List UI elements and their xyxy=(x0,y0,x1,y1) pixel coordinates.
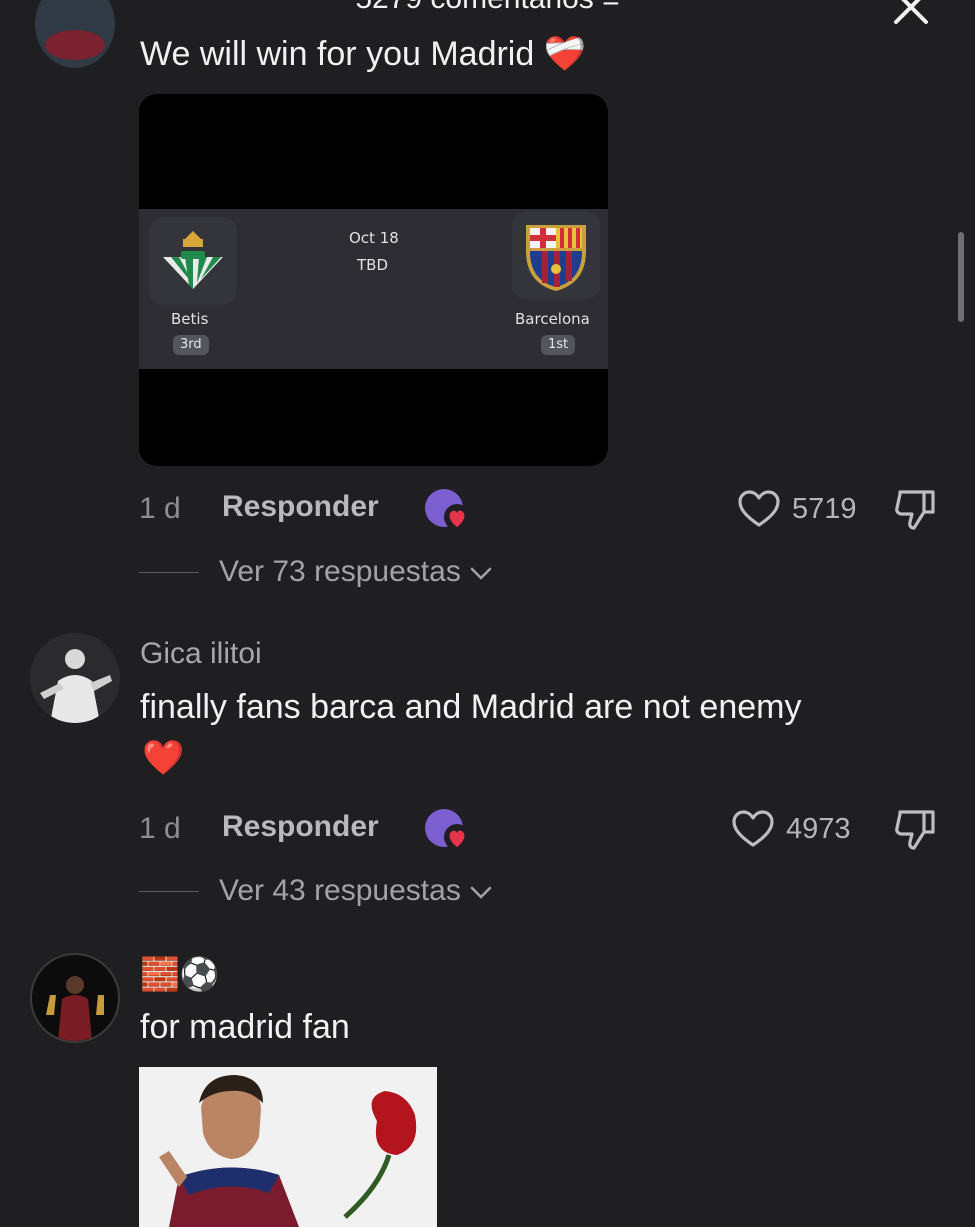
avatar[interactable] xyxy=(30,953,120,1043)
close-icon[interactable] xyxy=(890,0,932,28)
like-count: 4973 xyxy=(786,813,851,845)
avatar[interactable] xyxy=(35,0,115,68)
replies-divider xyxy=(139,572,199,573)
comment-text: finally fans barca and Madrid are not en… xyxy=(140,688,802,726)
home-team-rank: 3rd xyxy=(173,335,209,355)
reply-button[interactable]: Responder xyxy=(222,810,379,844)
comment-username[interactable]: Gica ilitoi xyxy=(140,637,262,671)
scrollbar[interactable] xyxy=(958,232,964,322)
away-team-name: Barcelona xyxy=(515,310,590,328)
comment-timestamp: 1 d xyxy=(139,492,181,525)
avatar[interactable] xyxy=(30,633,120,723)
view-replies-label: Ver 43 respuestas xyxy=(219,874,461,907)
view-replies-link[interactable]: Ver 43 respuestas xyxy=(219,874,493,908)
creator-liked-badge-icon xyxy=(425,489,470,530)
like-heart-icon[interactable] xyxy=(731,809,775,849)
home-team-name: Betis xyxy=(171,310,209,328)
comment-text: We will win for you Madrid ❤️‍🩹 xyxy=(140,35,587,73)
away-team-rank: 1st xyxy=(541,335,576,355)
comment-text: for madrid fan xyxy=(140,1008,350,1046)
barcelona-crest xyxy=(512,211,600,299)
dislike-icon[interactable] xyxy=(892,488,938,532)
view-replies-link[interactable]: Ver 73 respuestas xyxy=(219,555,493,589)
replies-divider xyxy=(139,891,199,892)
chevron-down-icon xyxy=(470,886,492,899)
dislike-icon[interactable] xyxy=(892,808,938,852)
view-replies-label: Ver 73 respuestas xyxy=(219,555,461,588)
comment-timestamp: 1 d xyxy=(139,812,181,845)
comments-count-title: 5279 comentarios ≡ xyxy=(0,0,975,16)
comment-text-emoji: ❤️ xyxy=(142,739,185,777)
creator-liked-badge-icon xyxy=(425,809,470,850)
chevron-down-icon xyxy=(470,567,492,580)
match-time: TBD xyxy=(357,256,389,274)
reply-button[interactable]: Responder xyxy=(222,490,379,524)
like-heart-icon[interactable] xyxy=(737,489,781,529)
betis-crest xyxy=(149,217,237,305)
comment-image[interactable] xyxy=(139,1067,437,1227)
comment-username[interactable]: 🧱⚽ xyxy=(140,955,220,993)
like-count: 5719 xyxy=(792,493,857,525)
match-date: Oct 18 xyxy=(349,229,399,247)
match-card-image[interactable]: Betis 3rd Oct 18 TBD Barcelona 1st xyxy=(139,94,608,466)
